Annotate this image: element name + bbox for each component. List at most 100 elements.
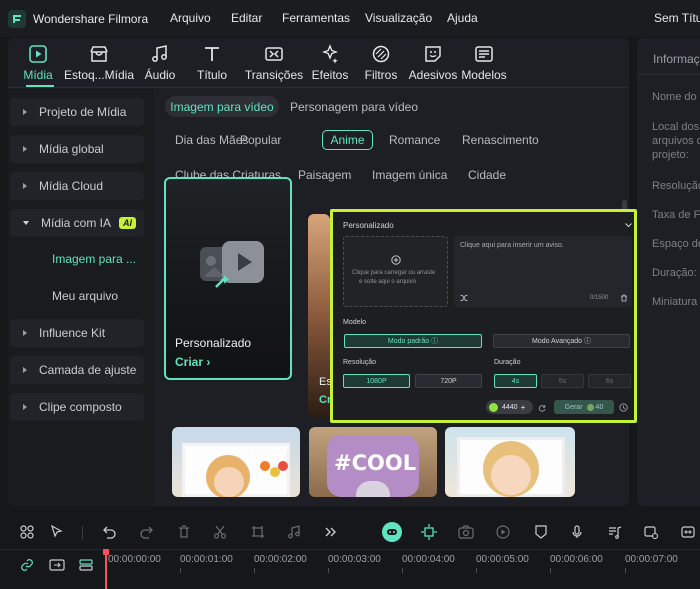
sidebar-item-midia-global[interactable]: Mídia global (10, 135, 144, 163)
track-swap-icon[interactable] (48, 556, 66, 574)
upload-dropzone[interactable]: Clique para carregar ou arraste e solte … (343, 236, 448, 307)
history-clock-icon[interactable] (619, 403, 628, 412)
ai-badge: AI (119, 217, 137, 229)
caret-down-icon (23, 221, 29, 225)
info-row-resolucao: Resolução (652, 180, 700, 192)
caret-right-icon (23, 183, 27, 189)
template-card-personalizado[interactable]: Personalizado Criar › (164, 177, 292, 380)
tabs-divider (8, 87, 629, 88)
shuffle-icon[interactable] (460, 294, 468, 302)
model-standard-option[interactable]: Modo padrão ⓘ (344, 334, 482, 348)
time-label-1: 00:00:01:00 (180, 554, 233, 565)
layout-grid-icon[interactable] (18, 523, 36, 541)
stock-media-icon (90, 46, 108, 62)
media-add-icon[interactable] (642, 523, 660, 541)
credits-badge[interactable]: 4440 + (486, 400, 533, 414)
category-renascimento[interactable]: Renascimento (462, 133, 539, 147)
app-title: Wondershare Filmora (33, 11, 149, 26)
shield-marker-icon[interactable] (532, 523, 550, 541)
sidebar-item-projeto-de-midia[interactable]: Projeto de Mídia (10, 98, 144, 126)
sidebar-subitem-meu-arquivo[interactable]: Meu arquivo (52, 289, 118, 303)
prompt-textarea[interactable]: Clique aqui para inserir um aviso. 0/150… (454, 236, 632, 307)
tab-modelos[interactable]: Modelos (451, 44, 517, 82)
chevron-down-icon[interactable] (625, 223, 632, 228)
menu-arquivo[interactable]: Arquivo (170, 11, 211, 25)
caret-right-icon (23, 109, 27, 115)
ruler-tick (254, 568, 255, 573)
ai-camera-icon[interactable] (457, 523, 475, 541)
category-anime[interactable]: Anime (322, 130, 373, 150)
playhead[interactable] (105, 550, 107, 589)
card-title: Personalizado (175, 336, 252, 350)
mode-imagem-para-video[interactable]: Imagem para vídeo (165, 96, 279, 117)
template-card-partial[interactable]: Es Cr (308, 214, 330, 418)
tab-midia[interactable]: Mídia (8, 44, 71, 82)
audio-edit-icon[interactable] (285, 523, 303, 541)
clear-icon[interactable] (620, 294, 628, 302)
menu-editar[interactable]: Editar (231, 11, 262, 25)
split-scissors-icon[interactable] (211, 523, 229, 541)
sidebar-item-camada-de-ajuste[interactable]: Camada de ajuste (10, 356, 144, 384)
track-settings-icon[interactable] (77, 556, 95, 574)
sidebar-item-influence-kit[interactable]: Influence Kit (10, 319, 144, 347)
card-partial-title: Es (319, 376, 330, 388)
time-label-2: 00:00:02:00 (254, 554, 307, 565)
upload-text-2: e solte aqui o arquivo (359, 279, 417, 285)
category-paisagem[interactable]: Paisagem (298, 168, 351, 182)
credits-value: 4440 (502, 403, 518, 411)
select-cursor-icon[interactable] (48, 523, 66, 541)
ai-copilot-icon[interactable] (382, 522, 402, 542)
sticker-icon (425, 46, 441, 62)
template-thumb-3[interactable] (445, 427, 575, 497)
info-row-miniatura: Miniatura (652, 296, 698, 308)
duration-4s-option[interactable]: 4s (494, 374, 537, 388)
category-cidade[interactable]: Cidade (468, 168, 506, 182)
filmora-logo-icon (8, 9, 26, 28)
resolution-1080p-option[interactable]: 1080P (343, 374, 410, 388)
time-label-0: 00:00:00:00 (108, 554, 161, 565)
mode-personagem-para-video[interactable]: Personagem para vídeo (289, 96, 419, 117)
sidebar-item-clipe-composto[interactable]: Clipe composto (10, 393, 144, 421)
media-sidebar: Projeto de Mídia Mídia global Mídia Clou… (8, 89, 154, 506)
template-thumb-2[interactable]: #COOL (309, 427, 437, 497)
link-icon[interactable] (18, 556, 36, 574)
category-romance[interactable]: Romance (389, 133, 440, 147)
filter-icon (372, 45, 390, 63)
menu-ferramentas[interactable]: Ferramentas (282, 11, 350, 25)
generate-button[interactable]: Gerar 40 (554, 400, 614, 414)
undo-icon[interactable] (101, 523, 119, 541)
tab-titulo[interactable]: Título (179, 44, 245, 82)
more-tools-icon[interactable] (322, 523, 340, 541)
model-advanced-option[interactable]: Modo Avançado ⓘ (493, 334, 630, 348)
sidebar-subitem-imagem-para-video[interactable]: Imagem para ... (52, 252, 136, 266)
caret-right-icon (23, 146, 27, 152)
character-face (214, 467, 244, 497)
category-popular[interactable]: Popular (240, 133, 281, 147)
resolution-720p-option[interactable]: 720P (415, 374, 482, 388)
music-list-icon[interactable] (606, 523, 624, 541)
info-row-local-1: Local dos (652, 121, 700, 133)
category-imagem-unica[interactable]: Imagem única (372, 168, 447, 182)
template-thumb-1[interactable] (172, 427, 300, 497)
menu-ajuda[interactable]: Ajuda (447, 11, 478, 25)
category-dia-das-maes[interactable]: Dia das Mães (175, 133, 248, 147)
menu-bar: Wondershare Filmora Arquivo Editar Ferra… (0, 0, 700, 37)
menu-visualizacao[interactable]: Visualização (365, 11, 432, 25)
sidebar-item-midia-com-ia[interactable]: Mídia com IA AI (10, 209, 144, 237)
info-row-local-3: projeto: (652, 149, 689, 161)
sidebar-item-midia-cloud[interactable]: Mídia Cloud (10, 172, 144, 200)
microphone-icon[interactable] (568, 523, 586, 541)
flower-3 (278, 461, 288, 471)
refresh-icon[interactable] (538, 404, 546, 412)
delete-icon[interactable] (175, 523, 193, 541)
snap-magnet-icon[interactable] (420, 523, 438, 541)
fit-expand-icon[interactable] (679, 523, 697, 541)
ruler-tick (402, 568, 403, 573)
redo-icon[interactable] (137, 523, 155, 541)
title-text-icon (205, 47, 219, 61)
crop-icon[interactable] (249, 523, 267, 541)
tab-estoque-midia[interactable]: Estoq...Mídia (64, 44, 134, 82)
time-label-7: 00:00:07:00 (625, 554, 678, 565)
create-button[interactable]: Criar › (175, 355, 210, 369)
play-circle-icon[interactable] (494, 523, 512, 541)
